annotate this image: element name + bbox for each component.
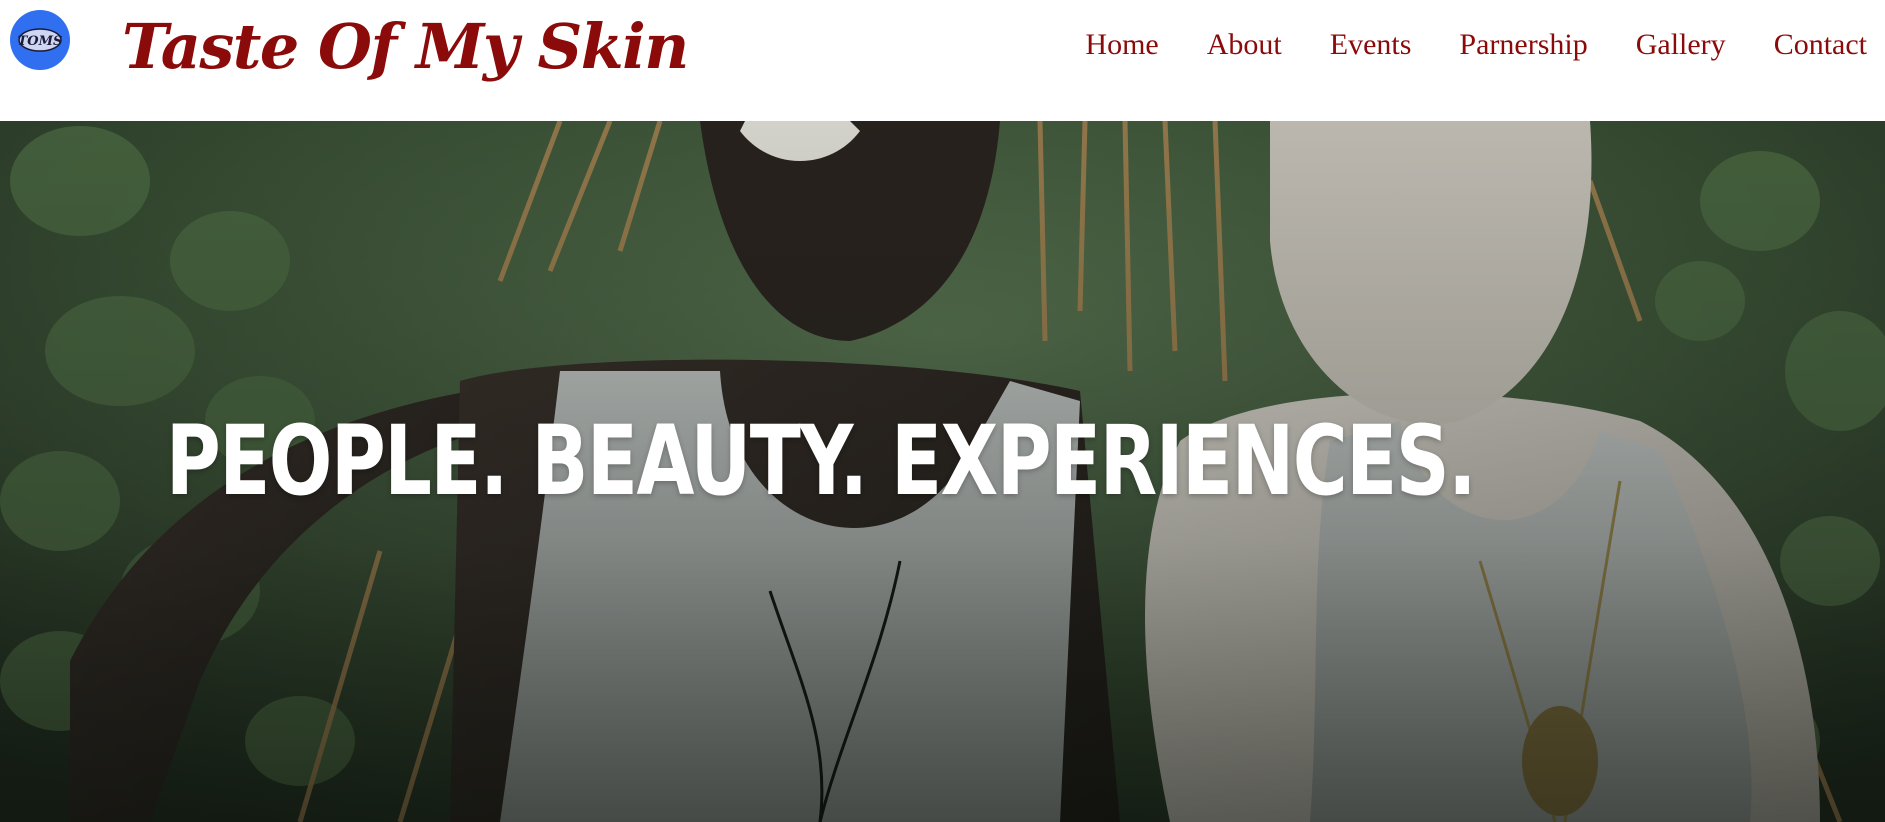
nav-item-contact[interactable]: Contact [1750,28,1867,62]
logo-mark: TOMS [18,28,63,52]
main-nav: Home About Events Parnership Gallery Con… [1061,18,1867,72]
nav-item-about[interactable]: About [1183,28,1306,62]
toms-logo-icon[interactable]: TOMS [10,10,70,70]
nav-item-gallery[interactable]: Gallery [1612,28,1750,62]
nav-item-partnership[interactable]: Parnership [1435,28,1611,62]
nav-item-home[interactable]: Home [1061,28,1182,62]
brand-title[interactable]: Taste Of My Skin [122,2,689,92]
logo-text: TOMS [18,34,63,49]
hero-banner: PEOPLE. BEAUTY. EXPERIENCES. [0,121,1885,822]
hero-headline: PEOPLE. BEAUTY. EXPERIENCES. [165,405,1477,518]
site-header: TOMS Taste Of My Skin Home About Events … [0,0,1885,121]
nav-item-events[interactable]: Events [1306,28,1436,62]
